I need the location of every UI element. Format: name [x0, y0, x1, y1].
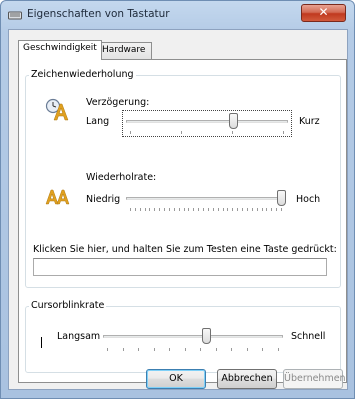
slider-tick	[138, 348, 140, 351]
slider-tick	[178, 208, 180, 211]
close-icon: ✕	[318, 5, 329, 19]
slider-tick	[232, 131, 233, 134]
tab-panel: Zeichenwiederholung Verzögerung: Lang Ku…	[18, 59, 347, 383]
slider-tick	[276, 208, 278, 211]
test-prompt: Klicken Sie hier, und halten Sie zum Tes…	[33, 244, 337, 255]
slider-tick	[122, 348, 124, 351]
slider-tick	[222, 208, 224, 211]
slider-tick	[198, 208, 200, 211]
slider-tick	[281, 208, 282, 211]
slider-tick	[107, 348, 108, 351]
rate-slider-ticks	[126, 208, 286, 212]
cursor-slider-thumb[interactable]	[202, 328, 211, 344]
slider-tick	[153, 348, 155, 351]
cancel-button[interactable]: Abbrechen	[217, 369, 277, 389]
rate-max-label: Hoch	[296, 194, 321, 205]
tab-speed-label: Geschwindigkeit	[23, 43, 97, 53]
keyboard-icon	[8, 11, 22, 20]
delay-slider-track	[126, 120, 288, 123]
slider-tick	[134, 208, 136, 211]
slider-tick	[188, 208, 190, 211]
slider-tick	[217, 208, 219, 211]
cursor-slider[interactable]	[103, 328, 283, 352]
delay-min-label: Lang	[86, 116, 110, 127]
slider-tick	[271, 208, 273, 211]
double-a-icon	[45, 189, 70, 205]
repeat-group-title: Zeichenwiederholung	[29, 69, 136, 80]
cursor-slow-label: Langsam	[57, 331, 101, 342]
cursor-fast-label: Schnell	[291, 331, 326, 342]
slider-tick	[181, 131, 182, 134]
cursor-preview	[41, 337, 42, 348]
slider-tick	[154, 208, 156, 211]
slider-tick	[144, 208, 146, 211]
slider-tick	[262, 348, 264, 351]
slider-tick	[266, 208, 268, 211]
delay-slider[interactable]	[126, 113, 288, 135]
tab-hardware[interactable]: Hardware	[97, 42, 152, 59]
cursor-slider-ticks	[103, 348, 283, 352]
slider-tick	[246, 208, 248, 211]
slider-tick	[200, 348, 202, 351]
slider-tick	[256, 208, 258, 211]
slider-tick	[168, 208, 170, 211]
delay-max-label: Kurz	[299, 116, 320, 127]
delay-label: Verzögerung:	[86, 97, 150, 108]
rate-slider[interactable]	[126, 190, 286, 212]
dialog-window: Eigenschaften von Tastatur ✕ Geschwindig…	[0, 0, 355, 399]
tab-hardware-label: Hardware	[102, 45, 146, 55]
slider-tick	[227, 208, 229, 211]
slider-tick	[130, 131, 131, 134]
slider-tick	[130, 208, 131, 211]
slider-tick	[212, 208, 214, 211]
rate-label: Wiederholrate:	[86, 172, 157, 183]
slider-tick	[237, 208, 239, 211]
repeat-group	[25, 75, 341, 288]
delay-slider-ticks	[126, 131, 288, 135]
slider-tick	[278, 348, 279, 351]
tab-speed[interactable]: Geschwindigkeit	[18, 40, 102, 60]
rate-slider-track	[126, 197, 286, 200]
slider-tick	[283, 131, 284, 134]
slider-tick	[184, 348, 186, 351]
slider-tick	[215, 348, 217, 351]
delay-slider-thumb[interactable]	[229, 113, 238, 129]
slider-tick	[232, 208, 234, 211]
slider-tick	[149, 208, 151, 211]
cursor-slider-track	[103, 335, 283, 338]
slider-tick	[164, 208, 166, 211]
rate-slider-thumb[interactable]	[277, 190, 286, 206]
slider-tick	[207, 208, 209, 211]
slider-tick	[169, 348, 171, 351]
slider-tick	[261, 208, 263, 211]
dialog-client-area: Geschwindigkeit Hardware Zeichenwiederho…	[8, 29, 348, 390]
slider-tick	[251, 208, 253, 211]
close-button[interactable]: ✕	[301, 4, 346, 22]
slider-tick	[183, 208, 185, 211]
ok-button[interactable]: OK	[146, 369, 206, 389]
slider-tick	[246, 348, 248, 351]
slider-tick	[193, 208, 195, 211]
slider-tick	[203, 208, 205, 211]
slider-tick	[242, 208, 244, 211]
slider-tick	[173, 208, 175, 211]
slider-tick	[139, 208, 141, 211]
rate-min-label: Niedrig	[86, 194, 121, 205]
title-bar[interactable]: Eigenschaften von Tastatur ✕	[1, 1, 354, 29]
window-title: Eigenschaften von Tastatur	[27, 8, 170, 20]
apply-button[interactable]: Übernehmen	[283, 369, 346, 389]
test-input[interactable]	[33, 258, 327, 276]
slider-tick	[231, 348, 233, 351]
cursor-group-title: Cursorblinkrate	[29, 300, 107, 311]
clock-a-icon	[45, 98, 69, 121]
slider-tick	[159, 208, 161, 211]
